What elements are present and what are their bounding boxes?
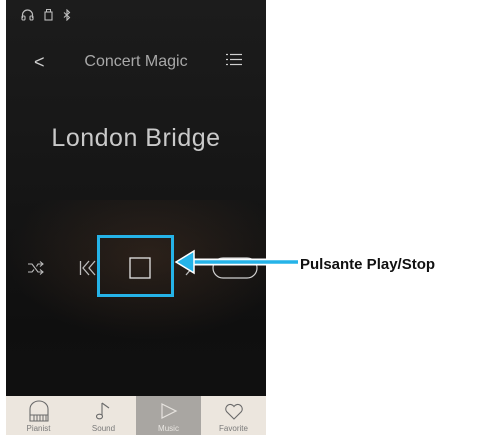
usb-icon [44, 9, 53, 21]
tab-label: Music [158, 424, 179, 433]
tab-sound[interactable]: Sound [71, 396, 136, 435]
shuffle-icon[interactable] [27, 261, 45, 275]
tab-music[interactable]: Music [136, 396, 201, 435]
stop-button-highlight [97, 235, 174, 297]
list-menu-icon[interactable] [226, 53, 242, 66]
status-bar [21, 9, 71, 21]
app-screen: < Concert Magic London Bridge Pianist So… [6, 0, 266, 435]
tab-pianist[interactable]: Pianist [6, 396, 71, 435]
previous-icon[interactable] [79, 260, 97, 276]
tab-label: Sound [91, 424, 116, 433]
callout-arrow [174, 249, 298, 275]
music-note-icon [95, 402, 109, 420]
play-icon [160, 403, 177, 419]
tab-bar: Pianist Sound Music Favorite [6, 396, 266, 435]
song-title: London Bridge [51, 124, 221, 152]
tab-favorite[interactable]: Favorite [201, 396, 266, 435]
callout-label: Pulsante Play/Stop [300, 256, 436, 273]
tab-label: Pianist [26, 424, 51, 433]
heart-icon [224, 403, 243, 420]
piano-icon [28, 400, 49, 422]
tab-label: Favorite [219, 424, 248, 433]
bluetooth-icon [63, 9, 71, 21]
headphones-icon [21, 9, 34, 21]
top-nav: < Concert Magic [6, 50, 266, 74]
